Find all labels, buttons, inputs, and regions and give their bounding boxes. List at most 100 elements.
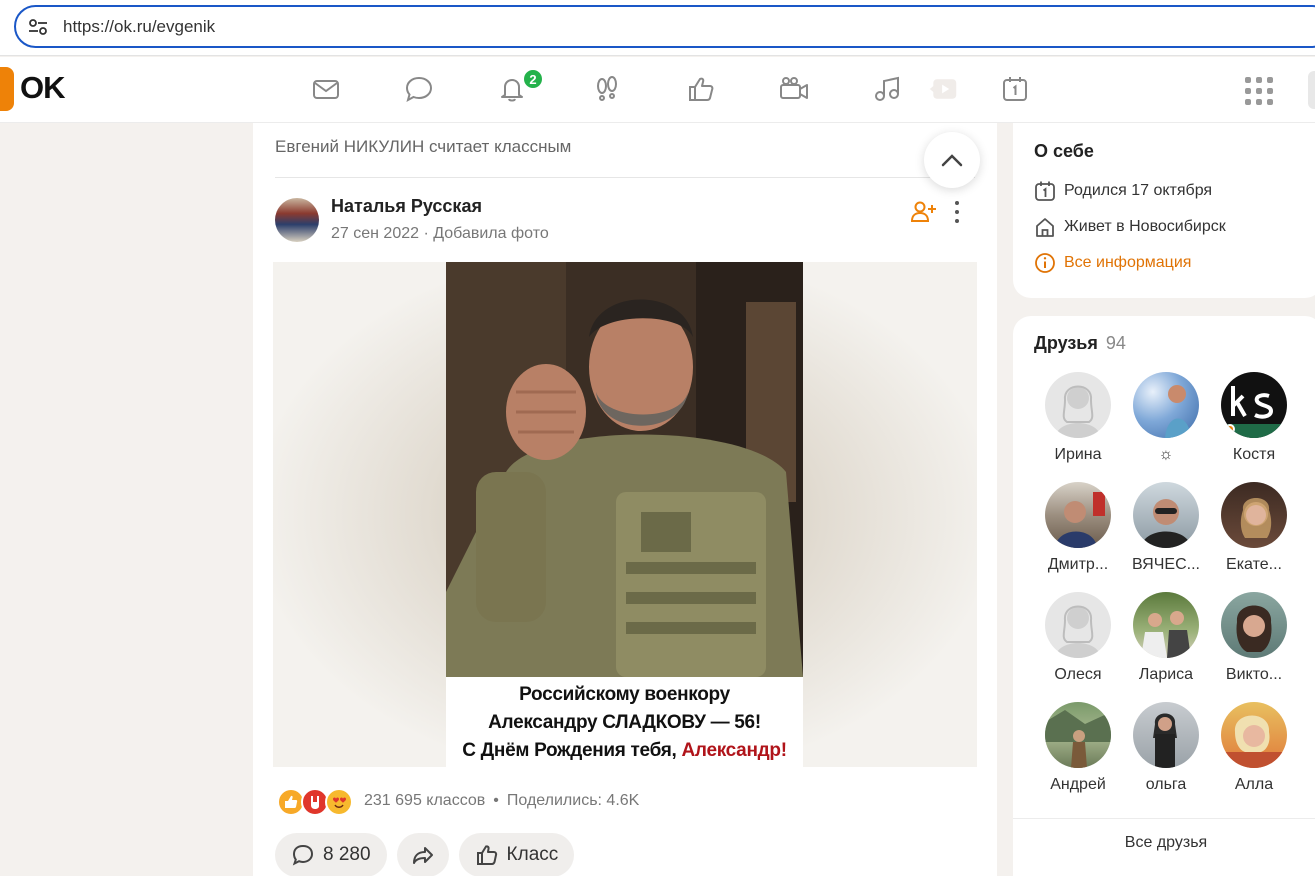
post-date[interactable]: 27 сен 2022 bbox=[331, 225, 419, 242]
classes-count[interactable]: 231 695 классов bbox=[364, 792, 485, 809]
like-icon[interactable] bbox=[684, 72, 718, 106]
photo-caption: Российскому военкору Александру СЛАДКОВУ… bbox=[446, 677, 803, 767]
guests-icon[interactable] bbox=[590, 72, 624, 106]
friend-avatar bbox=[1133, 592, 1199, 658]
home-icon bbox=[1036, 218, 1054, 237]
all-info-link[interactable]: Все информация bbox=[1064, 254, 1191, 272]
comment-icon bbox=[292, 844, 314, 866]
friend-avatar bbox=[1133, 372, 1199, 438]
friend-avatar bbox=[1045, 372, 1111, 438]
friend-name: ☼ bbox=[1158, 446, 1174, 463]
class-label: Класс bbox=[506, 844, 559, 865]
friend-item[interactable]: Екате... bbox=[1210, 482, 1298, 574]
browser-address-bar: https://ok.ru/evgenik bbox=[0, 0, 1315, 56]
meta-separator: · bbox=[423, 225, 429, 242]
all-friends-link[interactable]: Все друзья bbox=[1013, 834, 1315, 852]
class-button[interactable]: Класс bbox=[458, 833, 575, 876]
post-stats: 231 695 классов • Поделились: 4.6K bbox=[364, 792, 639, 810]
friend-avatar bbox=[1221, 702, 1287, 768]
friend-item[interactable]: Алла bbox=[1210, 702, 1298, 794]
video-play-icon[interactable] bbox=[926, 72, 960, 106]
chevron-up-icon bbox=[941, 154, 963, 167]
url-field[interactable]: https://ok.ru/evgenik bbox=[14, 5, 1315, 48]
friend-avatar bbox=[1221, 482, 1287, 548]
caption-line-3-prefix: С Днём Рождения тебя, bbox=[462, 740, 682, 761]
friend-item[interactable]: Андрей bbox=[1034, 702, 1122, 794]
friend-item[interactable]: Лариса bbox=[1122, 592, 1210, 684]
birthday-text: Родился 17 октября bbox=[1064, 182, 1213, 199]
profile-menu-edge[interactable] bbox=[1308, 71, 1315, 109]
about-title: О себе bbox=[1034, 141, 1094, 161]
birthday-row: Родился 17 октября bbox=[1034, 179, 1212, 203]
friend-avatar bbox=[1221, 372, 1287, 438]
share-button[interactable] bbox=[396, 833, 449, 876]
divider bbox=[275, 177, 975, 178]
ok-logo-mark[interactable] bbox=[0, 67, 14, 111]
location-row: Живет в Новосибирск bbox=[1034, 215, 1226, 239]
friend-item[interactable]: ВЯЧЕС... bbox=[1122, 482, 1210, 574]
feed-column: Евгений НИКУЛИН считает классным Наталья… bbox=[253, 123, 997, 876]
location-text: Живет в Новосибирск bbox=[1064, 218, 1226, 235]
friend-item[interactable]: Олеся bbox=[1034, 592, 1122, 684]
calendar-icon[interactable] bbox=[998, 72, 1032, 106]
friend-item[interactable]: Викто... bbox=[1210, 592, 1298, 684]
post-action: Добавила фото bbox=[433, 225, 549, 242]
author-name[interactable]: Наталья Русская bbox=[331, 196, 482, 217]
post-actions: 8 280 Класс bbox=[275, 833, 584, 876]
friend-name: ВЯЧЕС... bbox=[1132, 556, 1200, 573]
add-friend-icon[interactable] bbox=[911, 200, 937, 224]
post-meta: 27 сен 2022 · Добавила фото bbox=[331, 225, 549, 243]
reaction-icons[interactable] bbox=[277, 787, 353, 817]
video-icon[interactable] bbox=[777, 72, 811, 106]
url-text[interactable]: https://ok.ru/evgenik bbox=[63, 17, 215, 37]
friend-name: Дмитр... bbox=[1047, 556, 1109, 573]
apps-grid-icon[interactable] bbox=[1245, 77, 1273, 105]
friend-name: Алла bbox=[1234, 776, 1274, 793]
chat-icon[interactable] bbox=[402, 72, 436, 106]
top-navigation: OK 2 bbox=[0, 57, 1315, 123]
share-icon bbox=[412, 847, 433, 864]
friend-avatar bbox=[1133, 482, 1199, 548]
friends-title[interactable]: Друзья 94 bbox=[1034, 333, 1126, 354]
site-settings-icon[interactable] bbox=[28, 18, 48, 36]
friend-item[interactable]: ольга bbox=[1122, 702, 1210, 794]
calendar-icon bbox=[1035, 181, 1055, 201]
caption-line-1: Российскому военкору bbox=[519, 684, 730, 705]
friends-card: Друзья 94 Ирина ☼ Костя Дмитр... ВЯЧЕС... bbox=[1013, 316, 1315, 876]
author-avatar[interactable] bbox=[275, 198, 319, 242]
online-indicator bbox=[1225, 424, 1235, 434]
mail-icon[interactable] bbox=[309, 72, 343, 106]
friend-name: Олеся bbox=[1054, 666, 1102, 683]
shares-count[interactable]: Поделились: 4.6K bbox=[507, 792, 639, 809]
friends-count: 94 bbox=[1105, 333, 1126, 353]
stats-bullet: • bbox=[493, 792, 499, 809]
photo-content: Российскому военкору Александру СЛАДКОВУ… bbox=[446, 262, 803, 767]
friend-item[interactable]: Костя bbox=[1210, 372, 1298, 464]
ok-logo[interactable]: OK bbox=[20, 70, 65, 106]
friend-item[interactable]: ☼ bbox=[1122, 372, 1210, 464]
comments-count: 8 280 bbox=[323, 844, 371, 865]
scroll-up-button[interactable] bbox=[924, 132, 980, 188]
friends-title-text: Друзья bbox=[1034, 333, 1098, 353]
comments-button[interactable]: 8 280 bbox=[275, 833, 387, 876]
about-card: О себе Родился 17 октября Живет в Новоси… bbox=[1013, 123, 1315, 298]
friend-item[interactable]: Дмитр... bbox=[1034, 482, 1122, 574]
info-icon bbox=[1035, 253, 1055, 273]
heart-eyes-reaction-icon bbox=[325, 788, 353, 816]
friend-name: Лариса bbox=[1138, 666, 1194, 683]
all-info-row[interactable]: Все информация bbox=[1034, 251, 1191, 275]
feed-header: Евгений НИКУЛИН считает классным bbox=[275, 137, 572, 156]
music-icon[interactable] bbox=[870, 72, 904, 106]
friend-avatar bbox=[1133, 702, 1199, 768]
friend-name: ольга bbox=[1145, 776, 1187, 793]
caption-line-3: С Днём Рождения тебя, Александр! bbox=[446, 737, 803, 765]
friend-avatar bbox=[1045, 592, 1111, 658]
divider bbox=[1013, 818, 1315, 819]
friend-item[interactable]: Ирина bbox=[1034, 372, 1122, 464]
caption-line-3-name: Александр! bbox=[681, 740, 788, 761]
friend-name: Андрей bbox=[1050, 776, 1106, 793]
friend-name: Екате... bbox=[1226, 556, 1282, 573]
more-options-icon[interactable] bbox=[953, 201, 961, 223]
post-photo[interactable]: Российскому военкору Александру СЛАДКОВУ… bbox=[273, 262, 977, 767]
friend-name: Костя bbox=[1232, 446, 1276, 463]
